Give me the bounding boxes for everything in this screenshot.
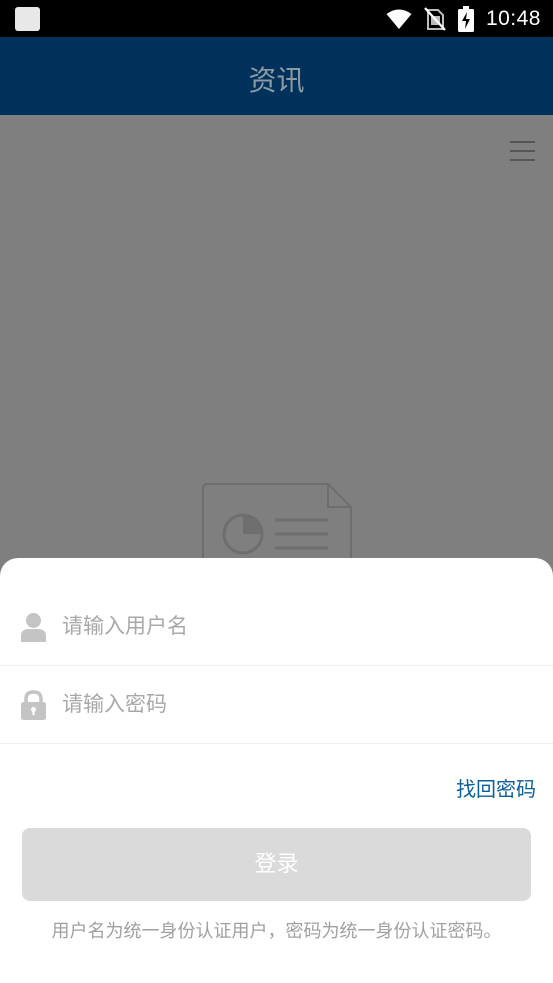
- username-row: [0, 588, 553, 666]
- page-title: 资讯: [248, 64, 305, 97]
- login-hint: 用户名为统一身份认证用户，密码为统一身份认证密码。: [51, 921, 502, 942]
- app-header: 资讯: [0, 37, 553, 115]
- login-button[interactable]: 登录: [22, 828, 531, 901]
- no-sim-icon: [424, 7, 446, 31]
- wifi-icon: [386, 9, 412, 29]
- password-row: [0, 666, 553, 744]
- document-chart-icon: [202, 483, 352, 562]
- status-bar: 10:48: [0, 0, 553, 37]
- status-icons: 10:48: [386, 6, 541, 32]
- username-input[interactable]: [62, 606, 522, 646]
- user-icon: [21, 613, 46, 642]
- password-input[interactable]: [62, 684, 522, 724]
- app-notification-icon: [15, 7, 40, 31]
- login-sheet: 找回密码 登录 用户名为统一身份认证用户，密码为统一身份认证密码。: [0, 558, 553, 983]
- forgot-password-link[interactable]: 找回密码: [456, 773, 536, 802]
- lock-icon: [21, 690, 46, 720]
- battery-charging-icon: [457, 6, 474, 32]
- hamburger-menu-icon[interactable]: [509, 139, 536, 163]
- status-time: 10:48: [485, 7, 541, 30]
